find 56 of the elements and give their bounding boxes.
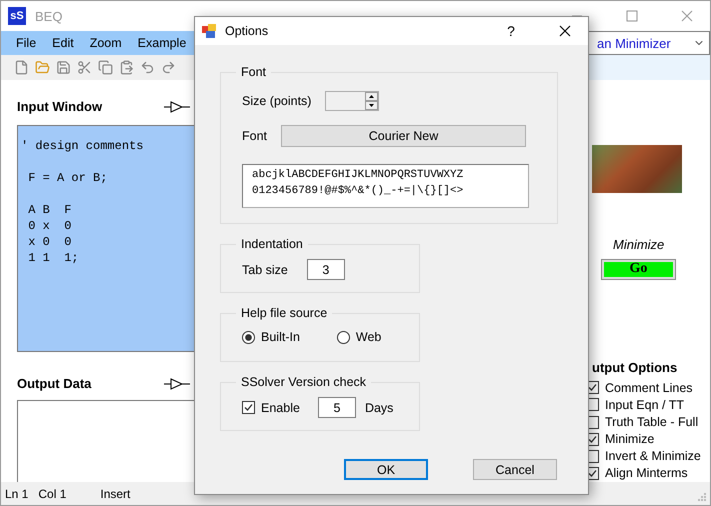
menu-item[interactable]: File <box>8 36 44 50</box>
copy-icon[interactable] <box>98 60 113 75</box>
radio-button[interactable] <box>242 330 255 344</box>
app-icon: sS <box>8 7 26 25</box>
status-text: Col 1 <box>38 486 66 500</box>
field-label: Days <box>364 400 394 414</box>
checkbox-label: Invert & Minimize <box>605 449 701 464</box>
checkbox-label: Enable <box>261 400 300 414</box>
paste-icon[interactable] <box>119 60 134 75</box>
days-field[interactable]: 5 <box>318 397 356 418</box>
radio-label: Built-In <box>261 330 300 344</box>
pane-title: Output Data <box>17 376 92 392</box>
checkbox-label: Truth Table - Full <box>605 415 698 430</box>
scissors-icon[interactable] <box>77 60 92 75</box>
gate-icon <box>164 100 190 113</box>
folder-icon[interactable] <box>35 60 50 75</box>
menu-item[interactable]: Edit <box>44 36 82 50</box>
section-title: utput Options <box>592 360 678 376</box>
field-label: Size (points) <box>242 94 312 108</box>
tab-size-field[interactable]: 3 <box>306 259 345 280</box>
help-button[interactable]: ? <box>496 22 526 40</box>
save-icon[interactable] <box>56 60 71 75</box>
group-title: SSolver Version check <box>240 375 368 389</box>
font-preview: abcjklABCDEFGHIJKLMNOPQRSTUVWXYZ 0123456789!@#$%^&*()_-+=|\{}[]<> <box>242 164 529 208</box>
go-button[interactable]: Go <box>601 258 676 280</box>
radio-button[interactable] <box>336 330 350 344</box>
gate-icon <box>164 378 190 390</box>
new-file-icon[interactable] <box>14 60 29 75</box>
resize-grip-icon[interactable] <box>697 492 707 502</box>
undo-icon[interactable] <box>140 60 155 75</box>
window-title: BEQ <box>35 8 62 24</box>
redo-icon[interactable] <box>161 60 176 75</box>
pane-title: Input Window <box>17 99 102 114</box>
status-text: Insert <box>100 486 130 500</box>
status-text: Ln 1 <box>5 486 28 500</box>
checkbox-label: Comment Lines <box>605 380 693 395</box>
checkbox-label: Input Eqn / TT <box>605 398 684 412</box>
dialog-button[interactable]: Cancel <box>473 459 557 480</box>
menu-item[interactable]: Example <box>130 36 194 50</box>
radio-label: Web <box>356 330 382 344</box>
size-spinner[interactable] <box>325 91 380 111</box>
minimize-label: Minimize <box>613 236 664 252</box>
group-title: Help file source <box>240 306 328 320</box>
field-label: Font <box>242 129 268 143</box>
font-button[interactable]: Courier New <box>281 125 526 147</box>
dialog-title: Options <box>225 24 268 38</box>
group-title: Font <box>240 65 268 79</box>
checkbox-label: Minimize <box>605 432 654 446</box>
menu-item[interactable]: Zoom <box>82 36 130 50</box>
group-title: Indentation <box>240 237 304 251</box>
field-label: Tab size <box>242 262 288 276</box>
dialog-icon <box>201 23 217 39</box>
close-icon <box>559 25 571 37</box>
checkbox-label: Align Minterms <box>605 466 688 480</box>
dialog-button[interactable]: OK <box>344 459 428 480</box>
checkbox[interactable] <box>242 401 255 414</box>
